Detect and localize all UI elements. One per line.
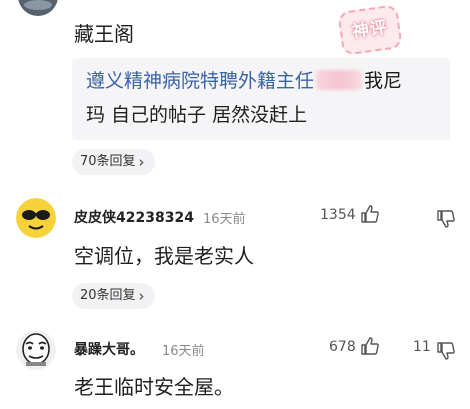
- replies-count: 20条回复: [80, 288, 136, 303]
- thumbs-up-icon[interactable]: [360, 336, 380, 356]
- timestamp: 16天前: [162, 344, 205, 359]
- thumbs-up-icon[interactable]: [360, 204, 380, 224]
- like-count: 678: [329, 339, 356, 355]
- blurred-name: [316, 70, 363, 90]
- like-count: 1354: [320, 207, 356, 223]
- chevron-right-icon: ›: [138, 153, 145, 171]
- quoted-user-link[interactable]: 遵义精神病院特聘外籍主任: [86, 70, 314, 92]
- quoted-reply[interactable]: 遵义精神病院特聘外籍主任 我尼 玛 自己的帖子 居然没赶上: [72, 58, 450, 140]
- comment-text: 藏王阁: [74, 22, 134, 46]
- avatar[interactable]: [16, 198, 56, 238]
- thumbs-down-icon[interactable]: [436, 209, 456, 229]
- username[interactable]: 皮皮侠42238324: [74, 207, 194, 227]
- quote-text: 我尼: [364, 70, 403, 92]
- watermark-seal: 神评: [337, 4, 403, 56]
- replies-button[interactable]: 20条回复 ›: [72, 283, 155, 309]
- replies-button[interactable]: 70条回复 ›: [72, 149, 155, 175]
- thumbs-down-icon[interactable]: [436, 341, 456, 361]
- username[interactable]: 暴躁大哥。: [74, 339, 144, 359]
- comment-text: 老王临时安全屋。: [74, 375, 234, 399]
- avatar[interactable]: [16, 330, 56, 370]
- quote-text-line2: 玛 自己的帖子 居然没赶上: [86, 104, 308, 126]
- comment-text: 空调位，我是老实人: [74, 244, 254, 268]
- replies-count: 70条回复: [80, 154, 136, 169]
- timestamp: 16天前: [203, 212, 246, 227]
- avatar[interactable]: [18, 0, 58, 16]
- chevron-right-icon: ›: [138, 287, 145, 305]
- dislike-count: 11: [413, 339, 431, 355]
